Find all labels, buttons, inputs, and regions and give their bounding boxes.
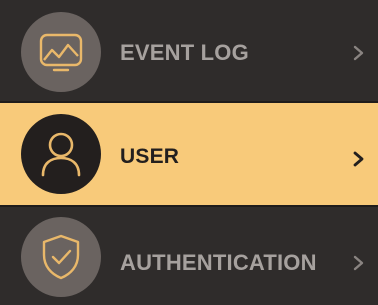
menu-item-event-log[interactable]: EVENT LOG bbox=[0, 0, 378, 102]
menu-divider bbox=[0, 205, 378, 207]
chevron-right-icon bbox=[353, 255, 364, 271]
menu-item-label: EVENT LOG bbox=[120, 40, 249, 65]
menu-item-user[interactable]: USER bbox=[0, 102, 378, 206]
menu-item-label: USER bbox=[120, 145, 180, 168]
menu-item-label: AUTHENTICATION bbox=[120, 250, 317, 275]
user-icon-circle bbox=[21, 114, 101, 194]
image-icon bbox=[39, 33, 83, 72]
shield-check-icon bbox=[42, 234, 80, 280]
user-icon bbox=[41, 132, 81, 177]
event-log-icon-circle bbox=[21, 12, 101, 92]
menu-item-authentication[interactable]: AUTHENTICATION bbox=[0, 206, 378, 305]
side-menu: EVENT LOG USER AUTHENTICATION bbox=[0, 0, 378, 305]
chevron-right-icon bbox=[353, 45, 364, 61]
chevron-right-icon bbox=[353, 151, 364, 167]
menu-divider bbox=[0, 101, 378, 103]
authentication-icon-circle bbox=[21, 217, 101, 297]
